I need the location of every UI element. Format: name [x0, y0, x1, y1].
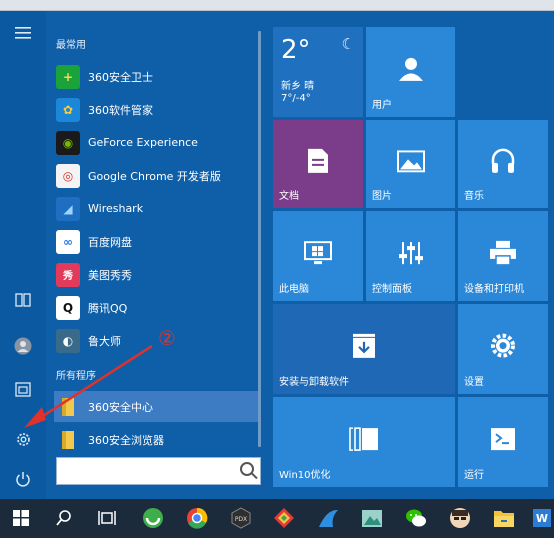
gear-icon — [489, 332, 517, 360]
tile-label: 用户 — [372, 100, 392, 111]
window-top-edge — [0, 0, 554, 11]
weather-city: 新乡 晴 — [281, 81, 315, 92]
tile-label: 设置 — [464, 377, 484, 388]
app-icon[interactable]: PDX — [227, 504, 255, 532]
user-icon — [398, 56, 424, 82]
sliders-icon — [398, 241, 424, 265]
weather-range: 7°/-4° — [281, 93, 311, 104]
tile-this-pc[interactable]: 此电脑 — [273, 211, 363, 301]
svg-text:PDX: PDX — [235, 516, 247, 523]
picture-icon — [396, 150, 425, 173]
tile-label: 音乐 — [464, 191, 484, 202]
start-menu: 最常用 + 360安全卫士 ✿ 360软件管家 ◉ GeForce Experi… — [0, 11, 554, 499]
tile-control-panel[interactable]: 控制面板 — [366, 211, 455, 301]
taskbar: PDX W — [0, 499, 554, 538]
photo-app-icon[interactable] — [358, 504, 386, 532]
file-explorer-icon[interactable] — [490, 504, 518, 532]
task-view-icon[interactable] — [93, 504, 121, 532]
tile-settings[interactable]: 设置 — [458, 304, 548, 394]
wireshark-icon[interactable] — [314, 504, 342, 532]
tile-weather[interactable]: 2° ☾ 新乡 晴 7°/-4° — [273, 27, 363, 117]
svg-text:W: W — [536, 512, 548, 525]
tile-user[interactable]: 用户 — [366, 27, 455, 117]
windows-start-icon[interactable] — [7, 504, 35, 532]
gift-icon[interactable] — [270, 504, 298, 532]
computer-icon — [304, 241, 332, 265]
search-icon[interactable] — [50, 504, 78, 532]
run-icon — [490, 427, 516, 451]
tile-label: 安装与卸载软件 — [279, 377, 349, 388]
document-icon — [307, 148, 329, 174]
360-browser-icon[interactable] — [139, 504, 167, 532]
tile-pictures[interactable]: 图片 — [366, 120, 455, 208]
tile-win10-optimize[interactable]: Win10优化 — [273, 397, 455, 487]
weather-temperature: 2° — [281, 35, 311, 65]
printer-icon — [489, 240, 517, 266]
tile-label: Win10优化 — [279, 470, 331, 481]
tile-label: 控制面板 — [372, 284, 412, 295]
tile-run[interactable]: 运行 — [458, 397, 548, 487]
word-icon[interactable]: W — [530, 504, 554, 532]
moon-icon: ☾ — [341, 35, 355, 53]
tile-label: 此电脑 — [279, 284, 309, 295]
tile-install-uninstall[interactable]: 安装与卸载软件 — [273, 304, 455, 394]
tile-documents[interactable]: 文档 — [273, 120, 363, 208]
wechat-icon[interactable] — [402, 504, 430, 532]
tile-label: 图片 — [372, 191, 392, 202]
window-pane-icon — [349, 427, 379, 451]
tile-devices-printers[interactable]: 设备和打印机 — [458, 211, 548, 301]
tile-label: 文档 — [279, 191, 299, 202]
tile-music[interactable]: 音乐 — [458, 120, 548, 208]
tile-label: 设备和打印机 — [464, 284, 524, 295]
avatar-app-icon[interactable] — [446, 504, 474, 532]
tile-label: 运行 — [464, 470, 484, 481]
chrome-icon[interactable] — [183, 504, 211, 532]
install-icon — [352, 333, 376, 359]
headphones-icon — [490, 148, 516, 174]
